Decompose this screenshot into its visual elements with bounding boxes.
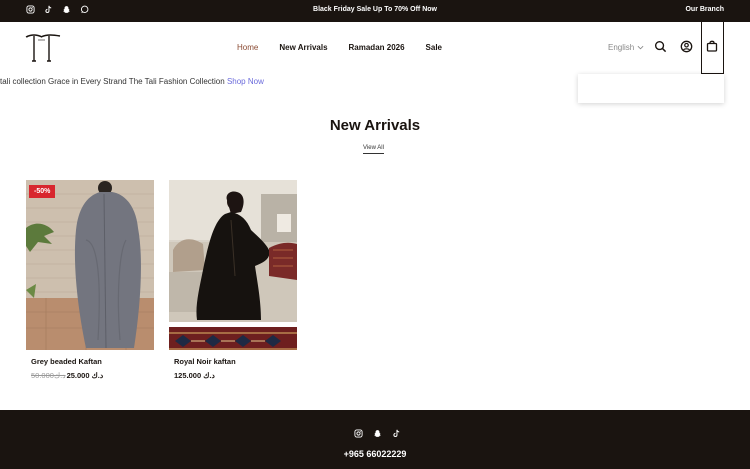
- cart-dropdown: [578, 74, 724, 103]
- snapchat-icon[interactable]: [373, 429, 382, 438]
- view-all-link[interactable]: View All: [363, 145, 384, 154]
- product-price: 50.000د.ك 25.000 د.ك: [31, 371, 154, 380]
- site-footer: +965 66022229: [0, 410, 750, 469]
- price: 125.000 د.ك: [174, 371, 215, 380]
- nav-ramadan-2026[interactable]: Ramadan 2026: [349, 43, 405, 52]
- discount-badge: -50%: [29, 185, 56, 198]
- cart-icon: [706, 40, 718, 52]
- product-name[interactable]: Royal Noir kaftan: [174, 357, 297, 366]
- shop-now-link[interactable]: Shop Now: [227, 77, 264, 86]
- footer-social-links: [354, 429, 401, 438]
- search-icon[interactable]: [654, 40, 667, 53]
- marquee-text: tali collection Grace in Every Strand Th…: [0, 77, 227, 86]
- nav-new-arrivals[interactable]: New Arrivals: [279, 43, 327, 52]
- product-card[interactable]: Royal Noir kaftan 125.000 د.ك: [169, 180, 297, 380]
- site-header: Home New Arrivals Ramadan 2026 Sale Engl…: [0, 22, 750, 74]
- phone-number[interactable]: +965 66022229: [0, 449, 750, 459]
- tiktok-icon[interactable]: [392, 429, 401, 438]
- original-price: 50.000د.ك: [31, 371, 66, 380]
- main-nav: Home New Arrivals Ramadan 2026 Sale: [237, 43, 442, 52]
- language-label: English: [608, 43, 635, 52]
- nav-sale[interactable]: Sale: [426, 43, 442, 52]
- product-name[interactable]: Grey beaded Kaftan: [31, 357, 154, 366]
- our-branch-link[interactable]: Our Branch: [685, 6, 724, 13]
- promo-text: Black Friday Sale Up To 70% Off Now: [313, 6, 437, 13]
- announcement-marquee: tali collection Grace in Every Strand Th…: [0, 77, 264, 86]
- sale-price: 25.000 د.ك: [66, 371, 104, 380]
- nav-home[interactable]: Home: [237, 43, 258, 52]
- product-card[interactable]: -50% Grey beaded Kaftan 50.000د.ك 25.000…: [26, 180, 154, 380]
- product-image[interactable]: -50%: [26, 180, 154, 350]
- chevron-down-icon: [637, 45, 644, 50]
- brand-logo[interactable]: [24, 31, 62, 65]
- announcement-bar: Black Friday Sale Up To 70% Off Now Our …: [0, 0, 750, 22]
- language-selector[interactable]: English: [608, 43, 644, 52]
- product-image[interactable]: [169, 180, 297, 350]
- section-title: New Arrivals: [329, 117, 421, 134]
- instagram-icon[interactable]: [354, 429, 363, 438]
- cart-button[interactable]: [701, 22, 724, 74]
- account-icon[interactable]: [680, 40, 693, 53]
- product-price: 125.000 د.ك: [174, 371, 297, 380]
